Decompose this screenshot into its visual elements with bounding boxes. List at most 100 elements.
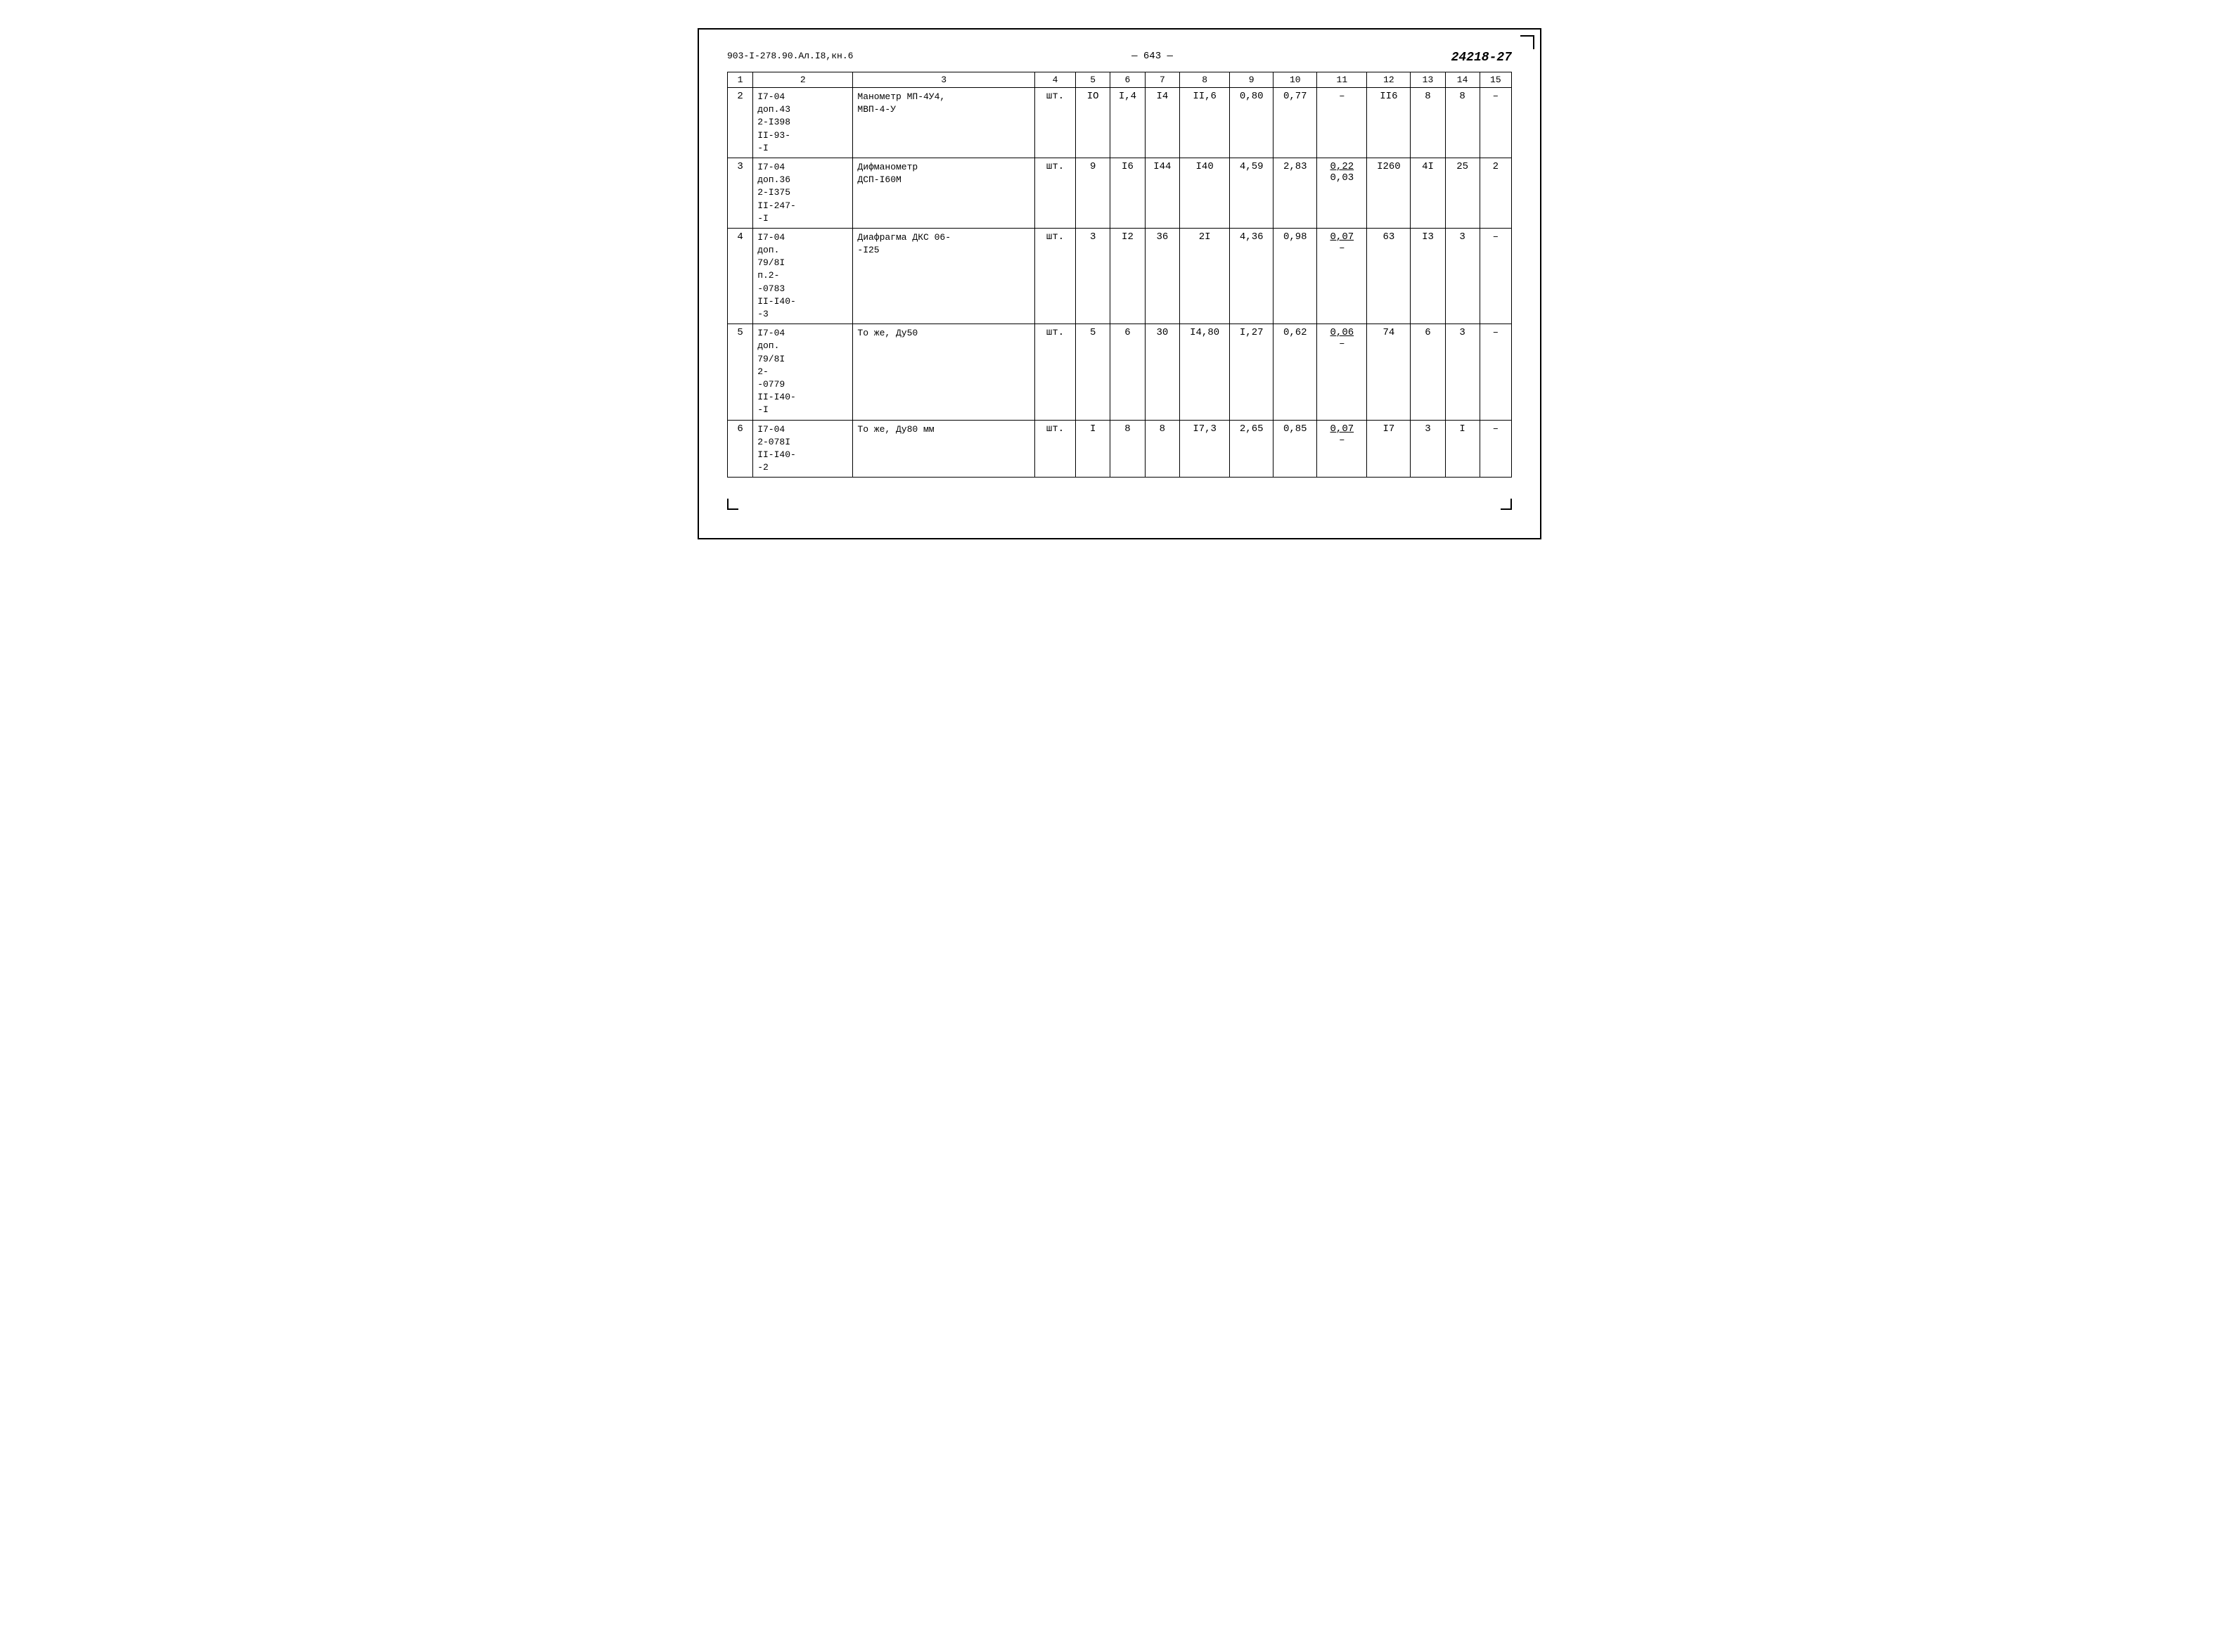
cell-row4-col12: 63 bbox=[1367, 228, 1411, 324]
header: 903-I-278.90.Ал.I8,кн.6 — 643 — 24218-27 bbox=[727, 51, 1512, 65]
col-header-1: 1 bbox=[728, 72, 753, 88]
cell-row3-col10: 2,83 bbox=[1274, 158, 1317, 228]
table-header-row: 1 2 3 4 5 6 7 8 9 10 11 12 13 14 15 bbox=[728, 72, 1512, 88]
cell-row5-col8: I4,80 bbox=[1180, 324, 1230, 420]
cell-row2-col15: – bbox=[1480, 88, 1511, 158]
cell-row4-col2: I7-04доп.79/8Iп.2--0783II-I40--3 bbox=[753, 228, 853, 324]
cell-row6-col10: 0,85 bbox=[1274, 420, 1317, 478]
cell-row5-col15: – bbox=[1480, 324, 1511, 420]
table-row: 2 I7-04доп.432-I398II-93--I Манометр МП-… bbox=[728, 88, 1512, 158]
col-header-9: 9 bbox=[1230, 72, 1274, 88]
cell-row2-col14: 8 bbox=[1445, 88, 1480, 158]
cell-row2-col5: IO bbox=[1076, 88, 1110, 158]
cell-row4-col1: 4 bbox=[728, 228, 753, 324]
col-header-3: 3 bbox=[853, 72, 1035, 88]
cell-row4-col13: I3 bbox=[1411, 228, 1445, 324]
cell-row2-col7: I4 bbox=[1145, 88, 1179, 158]
cell-row6-col15: – bbox=[1480, 420, 1511, 478]
cell-row4-col10: 0,98 bbox=[1274, 228, 1317, 324]
cell-row5-col3: То же, Ду50 bbox=[853, 324, 1035, 420]
cell-row5-col9: I,27 bbox=[1230, 324, 1274, 420]
cell-row4-col11: 0,07– bbox=[1317, 228, 1367, 324]
table-row: 4 I7-04доп.79/8Iп.2--0783II-I40--3 Диафр… bbox=[728, 228, 1512, 324]
main-table: 1 2 3 4 5 6 7 8 9 10 11 12 13 14 15 2 I7… bbox=[727, 72, 1512, 478]
cell-row6-col3: То же, Ду80 мм bbox=[853, 420, 1035, 478]
cell-row3-col9: 4,59 bbox=[1230, 158, 1274, 228]
cell-row6-col14: I bbox=[1445, 420, 1480, 478]
col-header-11: 11 bbox=[1317, 72, 1367, 88]
cell-row3-col2: I7-04доп.362-I375II-247--I bbox=[753, 158, 853, 228]
cell-row4-col4: шт. bbox=[1034, 228, 1075, 324]
cell-row2-col6: I,4 bbox=[1110, 88, 1145, 158]
cell-row5-col1: 5 bbox=[728, 324, 753, 420]
cell-row3-col6: I6 bbox=[1110, 158, 1145, 228]
cell-row6-col7: 8 bbox=[1145, 420, 1179, 478]
cell-row5-col4: шт. bbox=[1034, 324, 1075, 420]
cell-row4-col6: I2 bbox=[1110, 228, 1145, 324]
cell-row6-col12: I7 bbox=[1367, 420, 1411, 478]
col-header-8: 8 bbox=[1180, 72, 1230, 88]
page: 903-I-278.90.Ал.I8,кн.6 — 643 — 24218-27… bbox=[698, 28, 1541, 539]
cell-row3-col12: I260 bbox=[1367, 158, 1411, 228]
corner-bracket-bottom-right bbox=[1501, 499, 1512, 510]
cell-row2-col11: – bbox=[1317, 88, 1367, 158]
cell-row3-col4: шт. bbox=[1034, 158, 1075, 228]
cell-row4-col15: – bbox=[1480, 228, 1511, 324]
col-header-14: 14 bbox=[1445, 72, 1480, 88]
cell-row6-col5: I bbox=[1076, 420, 1110, 478]
col-header-6: 6 bbox=[1110, 72, 1145, 88]
col-header-13: 13 bbox=[1411, 72, 1445, 88]
cell-row6-col6: 8 bbox=[1110, 420, 1145, 478]
cell-row3-col3: ДифманометрДСП-I60М bbox=[853, 158, 1035, 228]
cell-row3-col11: 0,220,03 bbox=[1317, 158, 1367, 228]
col-header-15: 15 bbox=[1480, 72, 1511, 88]
cell-row4-col14: 3 bbox=[1445, 228, 1480, 324]
cell-row5-col12: 74 bbox=[1367, 324, 1411, 420]
cell-row4-col3: Диафрагма ДКС 06--I25 bbox=[853, 228, 1035, 324]
cell-row3-col8: I40 bbox=[1180, 158, 1230, 228]
cell-row2-col9: 0,80 bbox=[1230, 88, 1274, 158]
col-header-7: 7 bbox=[1145, 72, 1179, 88]
cell-row6-col9: 2,65 bbox=[1230, 420, 1274, 478]
bottom-corners bbox=[727, 499, 1512, 510]
table-row: 3 I7-04доп.362-I375II-247--I Дифманометр… bbox=[728, 158, 1512, 228]
cell-row2-col2: I7-04доп.432-I398II-93--I bbox=[753, 88, 853, 158]
cell-row6-col1: 6 bbox=[728, 420, 753, 478]
cell-row6-col11: 0,07– bbox=[1317, 420, 1367, 478]
cell-row2-col10: 0,77 bbox=[1274, 88, 1317, 158]
table-row: 6 I7-042-078III-I40--2 То же, Ду80 мм шт… bbox=[728, 420, 1512, 478]
cell-row2-col13: 8 bbox=[1411, 88, 1445, 158]
page-number: — 643 — bbox=[1131, 51, 1173, 62]
col-header-12: 12 bbox=[1367, 72, 1411, 88]
col-header-4: 4 bbox=[1034, 72, 1075, 88]
cell-row3-col15: 2 bbox=[1480, 158, 1511, 228]
cell-row4-col7: 36 bbox=[1145, 228, 1179, 324]
cell-row3-col14: 25 bbox=[1445, 158, 1480, 228]
cell-row6-col2: I7-042-078III-I40--2 bbox=[753, 420, 853, 478]
col-header-5: 5 bbox=[1076, 72, 1110, 88]
cell-row5-col7: 30 bbox=[1145, 324, 1179, 420]
cell-row2-col12: II6 bbox=[1367, 88, 1411, 158]
cell-row5-col13: 6 bbox=[1411, 324, 1445, 420]
cell-row2-col3: Манометр МП-4У4,МВП-4-У bbox=[853, 88, 1035, 158]
table-row: 5 I7-04доп.79/8I2--0779II-I40--I То же, … bbox=[728, 324, 1512, 420]
cell-row3-col5: 9 bbox=[1076, 158, 1110, 228]
cell-row5-col5: 5 bbox=[1076, 324, 1110, 420]
cell-row2-col8: II,6 bbox=[1180, 88, 1230, 158]
cell-row3-col1: 3 bbox=[728, 158, 753, 228]
cell-row5-col10: 0,62 bbox=[1274, 324, 1317, 420]
cell-row5-col14: 3 bbox=[1445, 324, 1480, 420]
cell-row6-col8: I7,3 bbox=[1180, 420, 1230, 478]
cell-row6-col4: шт. bbox=[1034, 420, 1075, 478]
doc-ref: 903-I-278.90.Ал.I8,кн.6 bbox=[727, 51, 853, 61]
cell-row6-col13: 3 bbox=[1411, 420, 1445, 478]
corner-bracket-top-right bbox=[1520, 35, 1534, 49]
col-header-2: 2 bbox=[753, 72, 853, 88]
cell-row5-col11: 0,06– bbox=[1317, 324, 1367, 420]
cell-row4-col9: 4,36 bbox=[1230, 228, 1274, 324]
corner-bracket-bottom-left bbox=[727, 499, 738, 510]
cell-row3-col13: 4I bbox=[1411, 158, 1445, 228]
cell-row3-col7: I44 bbox=[1145, 158, 1179, 228]
cell-row2-col1: 2 bbox=[728, 88, 753, 158]
cell-row5-col2: I7-04доп.79/8I2--0779II-I40--I bbox=[753, 324, 853, 420]
